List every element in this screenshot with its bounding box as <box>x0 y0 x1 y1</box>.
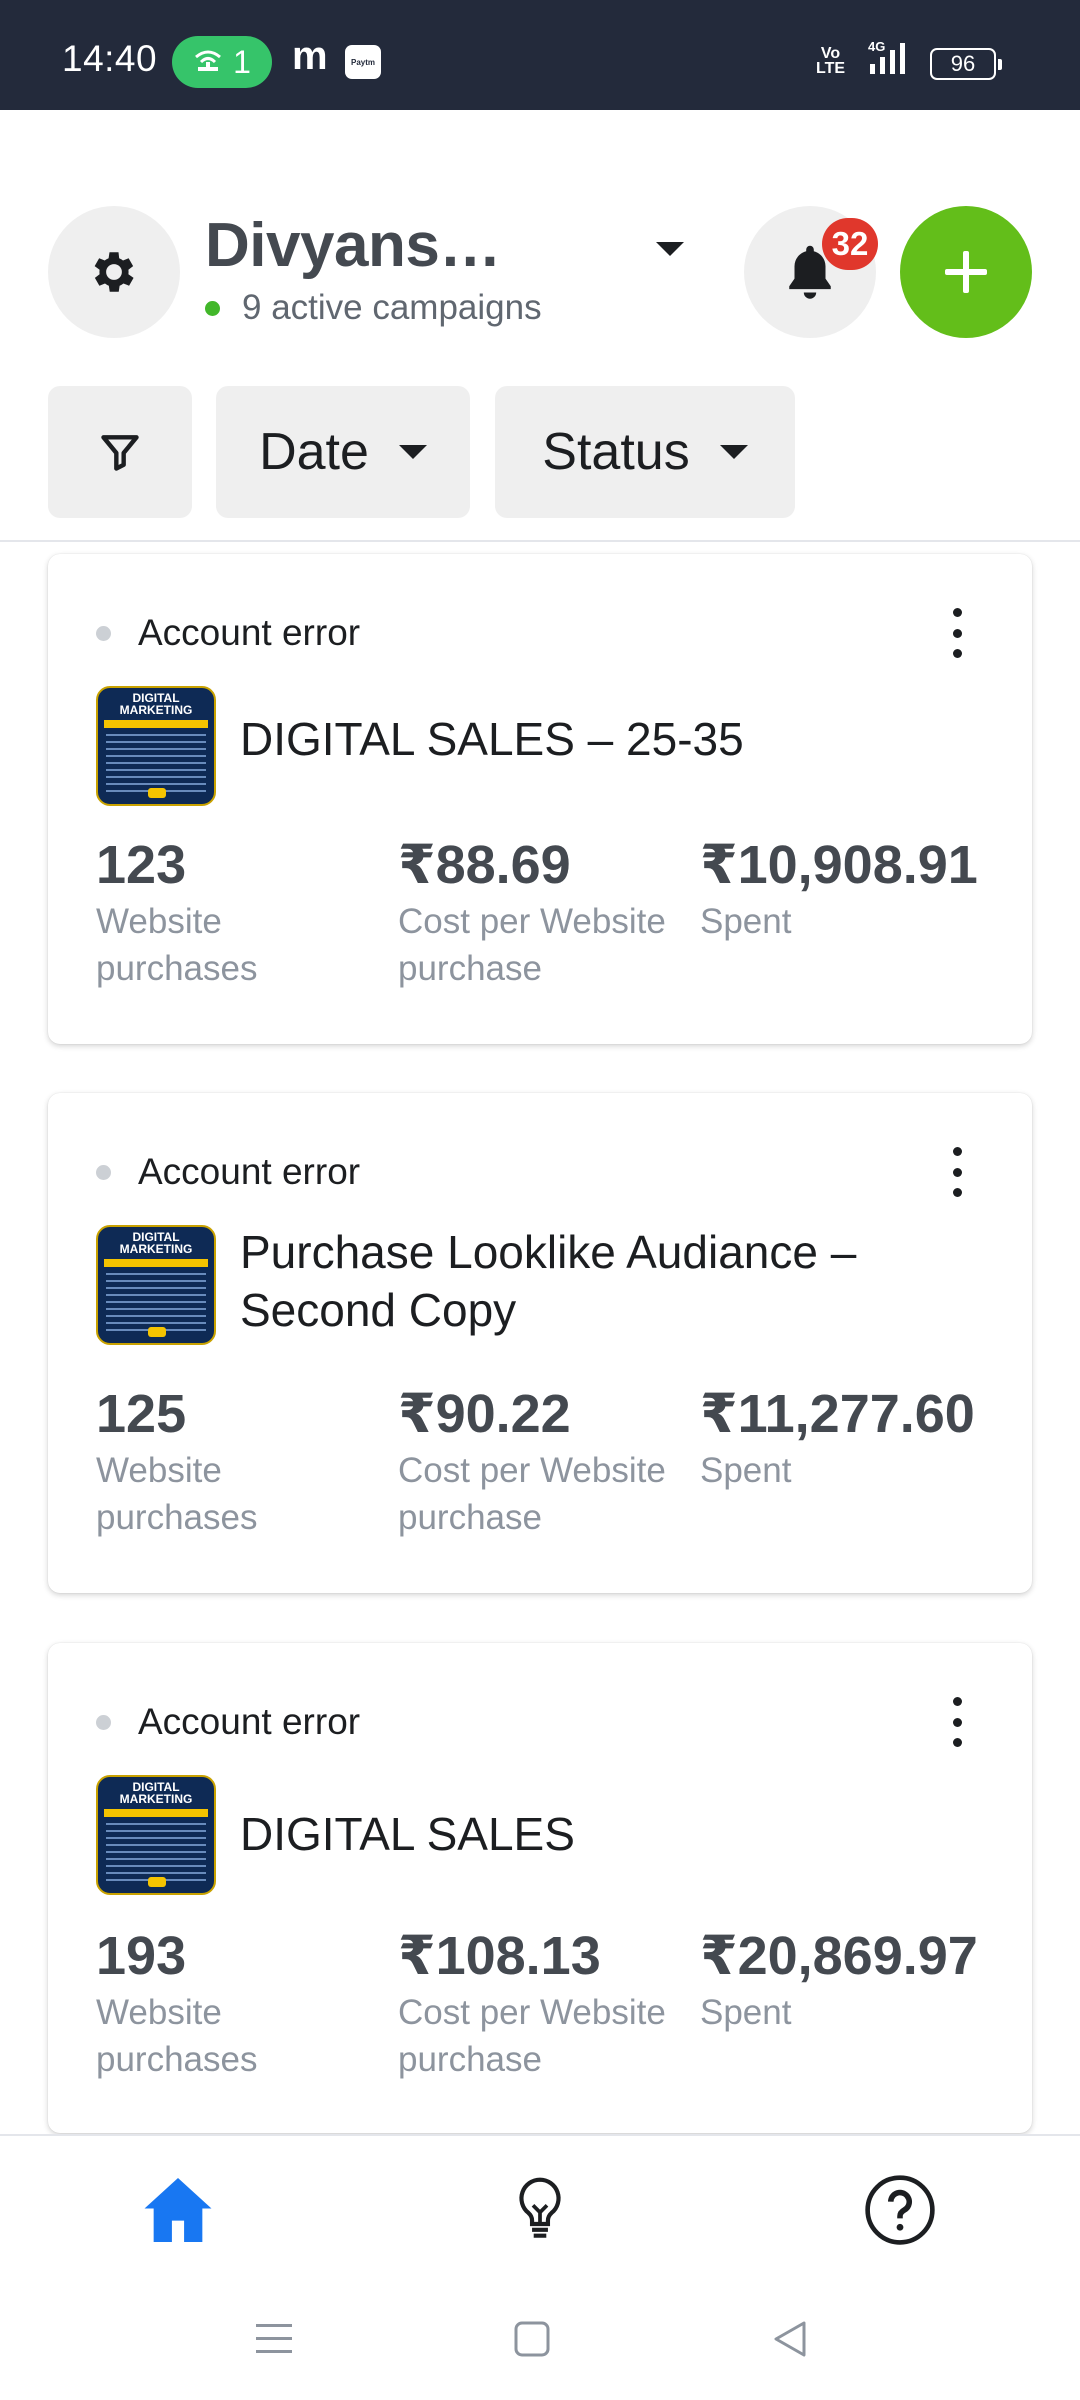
metric-cost: ₹90.22 Cost per Website purchase <box>398 1383 700 1541</box>
metric-label: Cost per Website purchase <box>398 1993 666 2079</box>
metric-value: ₹90.22 <box>398 1384 571 1444</box>
metric-results: 193 Website purchases <box>96 1925 398 2083</box>
campaign-title[interactable]: DIGITAL SALES – 25-35 <box>240 710 972 768</box>
metric-results: 125 Website purchases <box>96 1383 398 1541</box>
campaign-status-text: Account error <box>138 1701 361 1742</box>
menu-icon <box>256 2324 292 2353</box>
more-options-icon[interactable] <box>942 608 972 658</box>
metric-label: Spent <box>700 1451 792 1490</box>
active-campaigns-status: 9 active campaigns <box>205 288 542 328</box>
hotspot-count: 1 <box>233 43 251 80</box>
thumbnail-title: DIGITAL MARKETING <box>119 1780 193 1806</box>
home-icon <box>144 2178 212 2242</box>
metric-value: 125 <box>96 1384 187 1444</box>
campaign-status: Account error <box>96 1701 360 1743</box>
metric-results: 123 Website purchases <box>96 834 398 992</box>
campaign-metrics: 125 Website purchases ₹90.22 Cost per We… <box>96 1383 1002 1541</box>
date-filter-dropdown[interactable]: Date <box>216 386 470 518</box>
campaign-card[interactable]: Account error DIGITAL MARKETING Purchase… <box>48 1093 1032 1593</box>
metric-label: Website purchases <box>96 902 258 988</box>
metric-value: ₹88.69 <box>398 835 571 895</box>
metric-label: Spent <box>700 1993 792 2032</box>
date-filter-label: Date <box>259 423 369 481</box>
nav-home[interactable] <box>138 2170 218 2250</box>
campaign-metrics: 193 Website purchases ₹108.13 Cost per W… <box>96 1925 1002 2083</box>
notification-count-badge: 32 <box>822 218 878 270</box>
filter-icon <box>101 435 139 471</box>
status-dot <box>96 1164 111 1180</box>
more-options-icon[interactable] <box>942 1147 972 1197</box>
thumbnail-title: DIGITAL MARKETING <box>119 1230 193 1256</box>
battery-icon: 96 <box>930 48 1002 80</box>
filter-button[interactable] <box>48 386 192 518</box>
header-divider <box>0 540 1080 542</box>
account-dropdown-icon[interactable] <box>656 242 684 256</box>
gear-icon <box>94 252 134 292</box>
campaign-metrics: 123 Website purchases ₹88.69 Cost per We… <box>96 834 1002 992</box>
lightbulb-icon <box>519 2177 561 2238</box>
status-bar: 14:40 1 m Paytm Vo LTE 4G 96 <box>0 0 1080 110</box>
metric-cost: ₹108.13 Cost per Website purchase <box>398 1925 700 2083</box>
hotspot-indicator: 1 <box>172 36 272 88</box>
active-campaigns-text: 9 active campaigns <box>242 288 542 327</box>
hotspot-icon <box>195 50 222 71</box>
volte-icon: Vo LTE <box>816 45 846 77</box>
metric-cost: ₹88.69 Cost per Website purchase <box>398 834 700 992</box>
create-campaign-button[interactable] <box>900 206 1032 338</box>
svg-text:4G: 4G <box>868 40 885 54</box>
status-filter-dropdown[interactable]: Status <box>495 386 795 518</box>
status-dot <box>96 625 111 641</box>
plus-icon <box>945 251 987 293</box>
back-button[interactable] <box>760 2314 820 2364</box>
campaign-status: Account error <box>96 1151 360 1193</box>
campaign-thumbnail: DIGITAL MARKETING <box>96 1225 216 1345</box>
metric-label: Website purchases <box>96 1993 258 2079</box>
metric-label: Cost per Website purchase <box>398 902 666 988</box>
campaign-status: Account error <box>96 612 360 654</box>
app-notification-m-icon: m <box>292 34 328 78</box>
signal-icon: 4G <box>868 40 905 74</box>
paytm-icon: Paytm <box>345 45 381 79</box>
nav-help[interactable] <box>860 2170 940 2250</box>
status-time: 14:40 <box>62 38 158 79</box>
campaign-title[interactable]: Purchase Looklike Audiance – Second Copy <box>240 1223 972 1339</box>
system-navigation <box>0 2274 1080 2400</box>
nav-tips[interactable] <box>500 2170 580 2250</box>
metric-value: ₹108.13 <box>398 1926 601 1986</box>
metric-spent: ₹11,277.60 Spent <box>700 1383 1002 1541</box>
metric-label: Website purchases <box>96 1451 258 1537</box>
campaign-title[interactable]: DIGITAL SALES <box>240 1805 972 1863</box>
help-icon <box>865 2175 935 2245</box>
campaign-status-text: Account error <box>138 1151 361 1192</box>
status-filter-label: Status <box>542 423 690 481</box>
recent-apps-button[interactable] <box>244 2314 304 2364</box>
back-triangle-icon <box>774 2321 806 2357</box>
metric-label: Cost per Website purchase <box>398 1451 666 1537</box>
metric-value: ₹10,908.91 <box>700 835 978 895</box>
campaign-card[interactable]: Account error DIGITAL MARKETING DIGITAL … <box>48 554 1032 1044</box>
campaign-thumbnail: DIGITAL MARKETING <box>96 686 216 806</box>
metric-label: Spent <box>700 902 792 941</box>
account-name[interactable]: Divyans… <box>205 210 501 281</box>
metric-value: 193 <box>96 1926 187 1986</box>
square-icon <box>514 2321 550 2357</box>
metric-spent: ₹10,908.91 Spent <box>700 834 1002 992</box>
thumbnail-title: DIGITAL MARKETING <box>119 691 193 717</box>
metric-spent: ₹20,869.97 Spent <box>700 1925 1002 2083</box>
campaign-status-text: Account error <box>138 612 361 653</box>
bottom-navigation <box>0 2134 1080 2274</box>
metric-value: ₹20,869.97 <box>700 1926 978 1986</box>
settings-button[interactable] <box>48 206 180 338</box>
metric-value: 123 <box>96 835 187 895</box>
active-dot <box>205 300 220 316</box>
more-options-icon[interactable] <box>942 1697 972 1747</box>
metric-value: ₹11,277.60 <box>700 1384 975 1444</box>
campaign-thumbnail: DIGITAL MARKETING <box>96 1775 216 1895</box>
chevron-down-icon <box>398 445 427 459</box>
chevron-down-icon <box>719 445 748 459</box>
status-dot <box>96 1714 111 1730</box>
campaign-card[interactable]: Account error DIGITAL MARKETING DIGITAL … <box>48 1643 1032 2133</box>
home-button[interactable] <box>502 2314 562 2364</box>
